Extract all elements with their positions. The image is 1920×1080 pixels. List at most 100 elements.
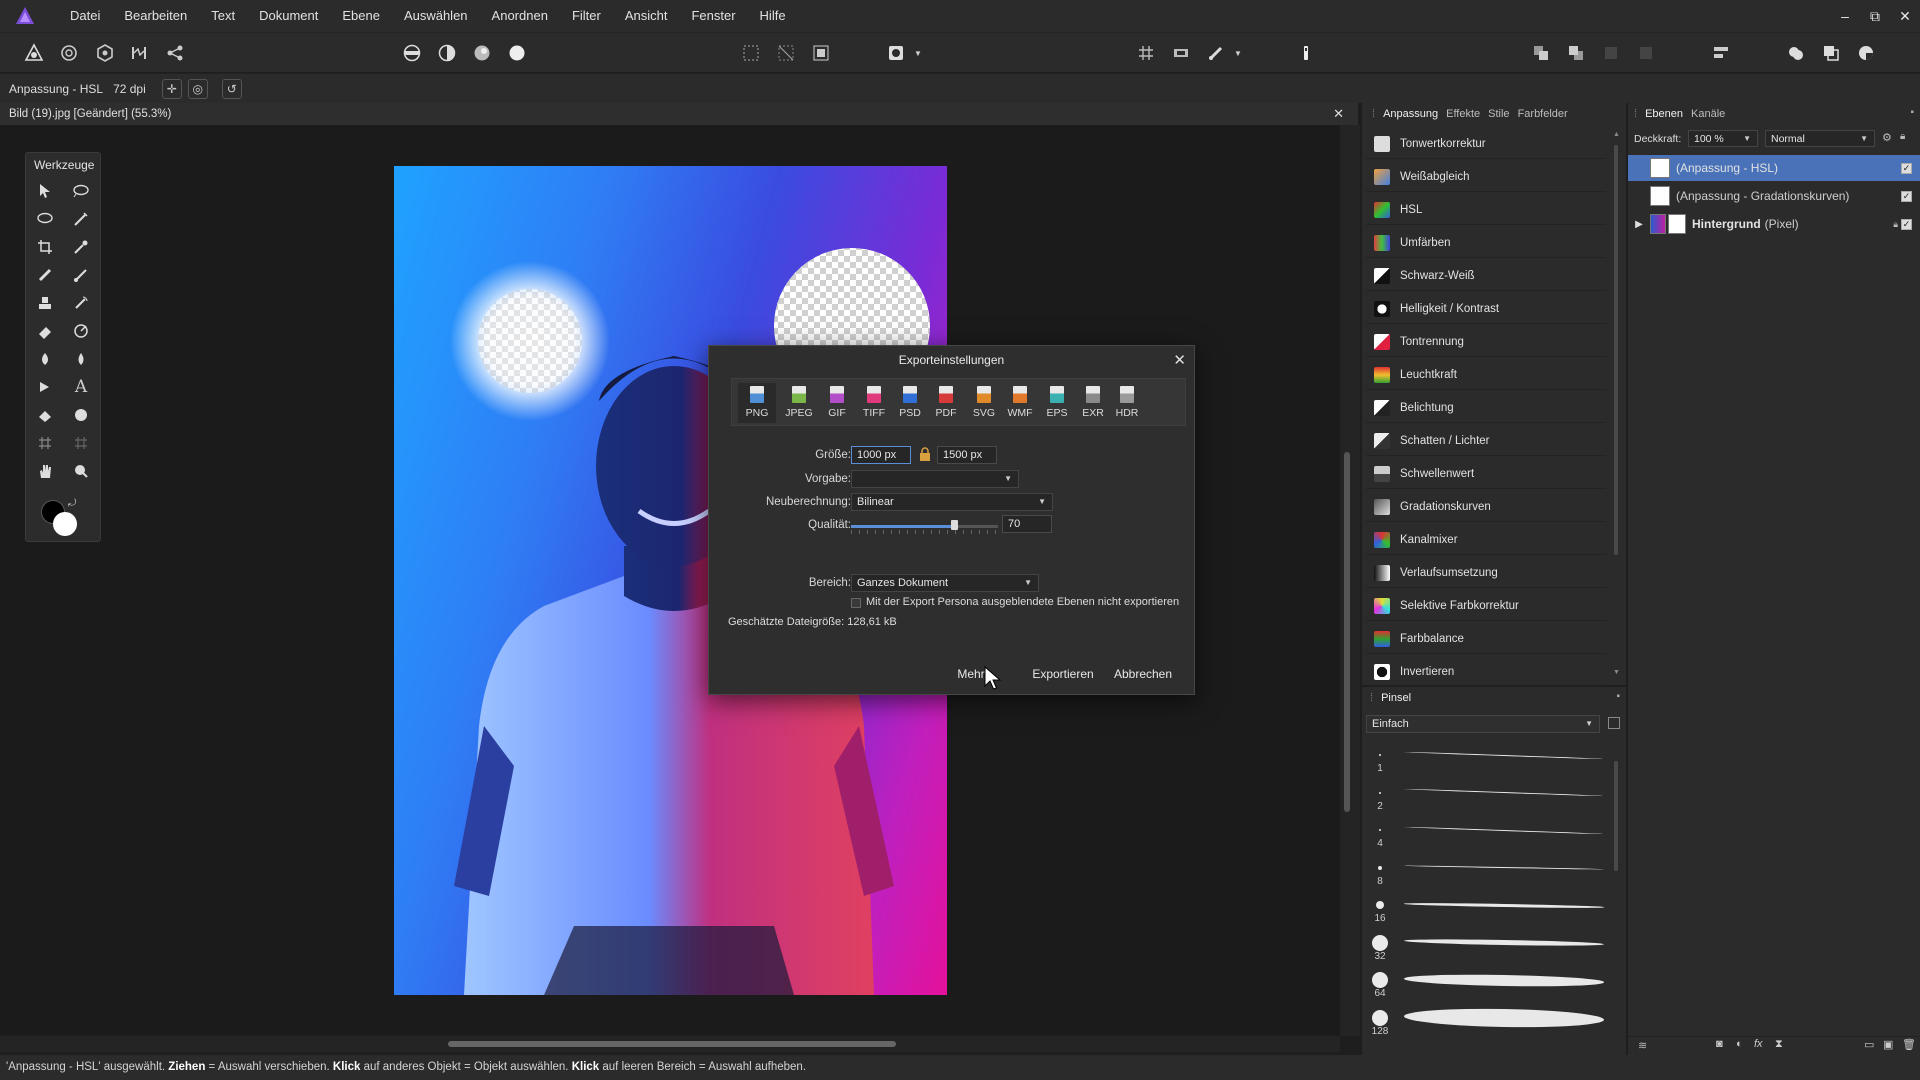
width-input[interactable]: 1000 px: [851, 446, 911, 464]
tab-pinsel[interactable]: Pinsel: [1377, 692, 1415, 704]
menu-filter[interactable]: Filter: [560, 0, 613, 32]
adjustment-item-schatten-lichter[interactable]: Schatten / Lichter: [1366, 426, 1606, 456]
preset-select[interactable]: ▼: [851, 470, 1019, 488]
layer-visibility-checkbox-background[interactable]: ✓: [1901, 218, 1912, 230]
tab-farbfelder[interactable]: Farbfelder: [1514, 108, 1572, 120]
view-tool-icon[interactable]: [34, 460, 56, 482]
layer-row-background[interactable]: ▶ Hintergrund (Pixel) 🔒︎ ✓: [1628, 211, 1920, 237]
liquify-persona-icon[interactable]: [58, 42, 80, 64]
select-none-icon[interactable]: [775, 42, 797, 64]
menu-ansicht[interactable]: Ansicht: [613, 0, 680, 32]
brush-row-2[interactable]: 2: [1370, 781, 1610, 815]
undo-brush-icon[interactable]: [70, 292, 92, 314]
hidden-layers-checkbox[interactable]: [851, 598, 861, 608]
layers-panel-menu-icon[interactable]: ▪: [1910, 107, 1914, 118]
auto-contrast-icon[interactable]: [436, 42, 458, 64]
auto-levels-icon[interactable]: [401, 42, 423, 64]
format-gif-button[interactable]: GIF: [818, 383, 856, 423]
brush-row-16[interactable]: 16: [1370, 893, 1610, 927]
develop-persona-icon[interactable]: [94, 42, 116, 64]
quick-mask-dropdown-icon[interactable]: ▼: [912, 42, 924, 64]
quick-mask-icon[interactable]: [885, 42, 907, 64]
brush-row-64[interactable]: 64: [1370, 968, 1610, 1002]
layer-locked-icon[interactable]: 🔒︎: [1893, 219, 1898, 230]
fx-icon[interactable]: fx: [1754, 1038, 1763, 1050]
snapping-icon[interactable]: [1205, 42, 1227, 64]
boolean-intersect-icon[interactable]: [1855, 42, 1877, 64]
adjustment-scrollbar[interactable]: ▲ ▼: [1613, 131, 1620, 676]
group-layers-icon[interactable]: ▭: [1864, 1038, 1874, 1051]
scroll-down-icon[interactable]: ▼: [1613, 669, 1620, 677]
format-eps-button[interactable]: EPS: [1038, 383, 1076, 423]
area-select[interactable]: Ganzes Dokument ▼: [851, 574, 1039, 592]
quality-slider-handle[interactable]: [950, 520, 958, 530]
adjustment-item-farbbalance[interactable]: Farbbalance: [1366, 624, 1606, 654]
text-tool-icon[interactable]: A: [70, 376, 92, 398]
menu-dokument[interactable]: Dokument: [247, 0, 330, 32]
menu-hilfe[interactable]: Hilfe: [748, 0, 798, 32]
menu-auswaehlen[interactable]: Auswählen: [392, 0, 480, 32]
minimize-button[interactable]: –: [1830, 8, 1860, 24]
dodge-tool-icon[interactable]: [70, 320, 92, 342]
move-tool-icon[interactable]: [34, 180, 56, 202]
perspective-tool-icon[interactable]: [70, 432, 92, 454]
boolean-subtract-icon[interactable]: [1820, 42, 1842, 64]
brush-category-select[interactable]: Einfach ▼: [1366, 715, 1600, 733]
layer-visibility-checkbox-curves[interactable]: ✓: [1901, 190, 1912, 202]
vertical-scrollbar[interactable]: [1340, 125, 1360, 1036]
menu-bearbeiten[interactable]: Bearbeiten: [112, 0, 199, 32]
menu-text[interactable]: Text: [199, 0, 247, 32]
auto-white-balance-icon[interactable]: [506, 42, 528, 64]
horizontal-scrollbar[interactable]: [0, 1036, 1340, 1052]
adjustment-item-invertieren[interactable]: Invertieren: [1366, 657, 1606, 687]
quality-slider[interactable]: [851, 520, 998, 534]
gradient-tool-icon[interactable]: [34, 404, 56, 426]
horizontal-scroll-thumb[interactable]: [448, 1041, 896, 1047]
delete-layer-icon[interactable]: 🗑︎: [1902, 1038, 1916, 1051]
add-layer-icon[interactable]: ▣: [1883, 1038, 1893, 1051]
snapping-dropdown-icon[interactable]: ▼: [1232, 42, 1244, 64]
layer-settings-icon[interactable]: ⚙: [1882, 131, 1892, 144]
erase-brush-icon[interactable]: [34, 320, 56, 342]
live-filter-icon[interactable]: ⧗: [1775, 1038, 1783, 1051]
layer-stack-icon[interactable]: ≋: [1638, 1039, 1647, 1052]
fill-tool-icon[interactable]: [34, 348, 56, 370]
adjustment-scroll-thumb[interactable]: [1614, 145, 1618, 555]
adjustment-item-leuchtkraft[interactable]: Leuchtkraft: [1366, 360, 1606, 390]
adjustment-item-weißabgleich[interactable]: Weißabgleich: [1366, 162, 1606, 192]
paint-brush-icon[interactable]: [34, 264, 56, 286]
menu-datei[interactable]: Datei: [58, 0, 112, 32]
blend-mode-select[interactable]: Normal ▼: [1765, 130, 1875, 147]
info-icon[interactable]: [1295, 42, 1317, 64]
photo-persona-icon[interactable]: [23, 42, 45, 64]
restore-button[interactable]: ⧉: [1860, 8, 1890, 25]
node-tool-icon[interactable]: [34, 376, 56, 398]
marquee-select-icon[interactable]: [740, 42, 762, 64]
adjustment-item-belichtung[interactable]: Belichtung: [1366, 393, 1606, 423]
format-png-button[interactable]: PNG: [738, 383, 776, 423]
dialog-close-icon[interactable]: ✕: [1173, 351, 1186, 369]
brush-panel-options-icon[interactable]: [1608, 717, 1620, 729]
zoom-tool-icon[interactable]: [70, 460, 92, 482]
lasso-tool-icon[interactable]: [34, 208, 56, 230]
tab-ebenen[interactable]: Ebenen: [1641, 108, 1687, 120]
reset-icon[interactable]: ↺: [221, 78, 242, 99]
mesh-warp-icon[interactable]: [34, 432, 56, 454]
align-icon[interactable]: [1710, 42, 1732, 64]
color-picker-icon[interactable]: [70, 236, 92, 258]
cancel-button[interactable]: Abbrechen: [1107, 664, 1179, 684]
adjustment-item-tonwertkorrektur[interactable]: Tonwertkorrektur: [1366, 129, 1606, 159]
blur-brush-icon[interactable]: [70, 348, 92, 370]
snapping-grid-icon[interactable]: [1135, 42, 1157, 64]
menu-fenster[interactable]: Fenster: [679, 0, 747, 32]
adjustment-item-tontrennung[interactable]: Tontrennung: [1366, 327, 1606, 357]
format-psd-button[interactable]: PSD: [891, 383, 929, 423]
move-target-icon[interactable]: ✛: [161, 78, 182, 99]
close-window-button[interactable]: ✕: [1890, 8, 1920, 25]
adjustment-item-verlaufsumsetzung[interactable]: Verlaufsumsetzung: [1366, 558, 1606, 588]
layer-row-hsl[interactable]: (Anpassung - HSL) ✓: [1628, 155, 1920, 181]
tab-effekte[interactable]: Effekte: [1442, 108, 1484, 120]
scroll-up-icon[interactable]: ▲: [1613, 131, 1620, 139]
format-hdr-button[interactable]: HDR: [1108, 383, 1146, 423]
adjustment-item-hsl[interactable]: HSL: [1366, 195, 1606, 225]
